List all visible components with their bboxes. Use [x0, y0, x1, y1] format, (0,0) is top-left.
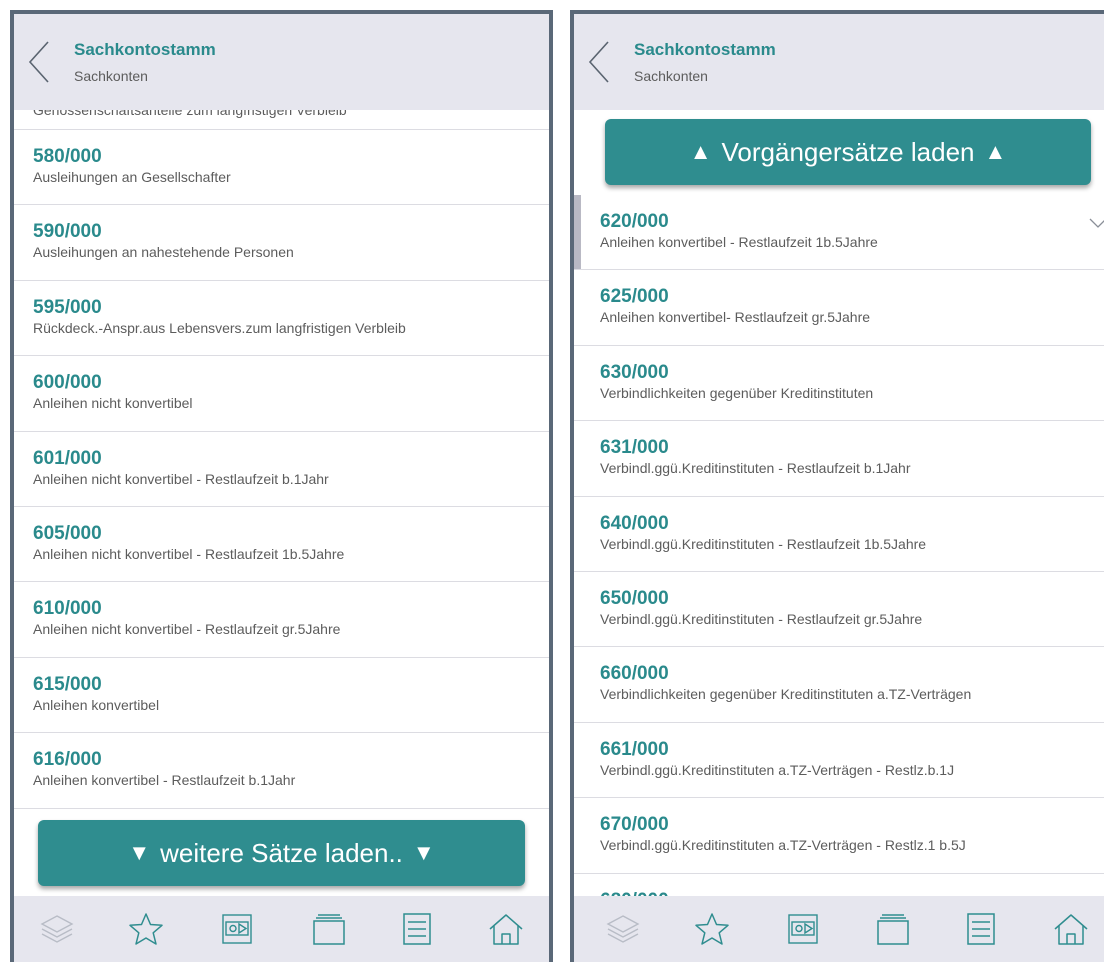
- phone-screen-right: Sachkontostamm Sachkonten ▲ Vorgängersät…: [570, 10, 1104, 962]
- list-item[interactable]: Genossenschaftsanteile zum langfristigen…: [14, 102, 549, 130]
- account-list: 620/000 Anleihen konvertibel - Restlaufz…: [574, 195, 1104, 949]
- back-icon[interactable]: [28, 40, 52, 84]
- list-item[interactable]: 640/000 Verbindl.ggü.Kreditinstituten - …: [574, 496, 1104, 572]
- item-description: Anleihen nicht konvertibel: [33, 395, 193, 412]
- item-code: 620/000: [600, 211, 669, 232]
- layers-icon[interactable]: [38, 910, 76, 948]
- page-subtitle: Sachkonten: [634, 68, 708, 84]
- item-description: Verbindlichkeiten gegenüber Kreditinstit…: [600, 686, 972, 703]
- item-code: 605/000: [33, 522, 102, 544]
- item-description: Verbindlichkeiten gegenüber Kreditinstit…: [600, 384, 874, 401]
- item-code: 660/000: [600, 663, 669, 685]
- document-settings-icon[interactable]: [218, 910, 256, 948]
- triangle-down-icon: ▼: [128, 840, 151, 865]
- list-item[interactable]: 630/000 Verbindlichkeiten gegenüber Kred…: [574, 345, 1104, 422]
- layers-icon[interactable]: [604, 910, 642, 948]
- list-item[interactable]: 660/000 Verbindlichkeiten gegenüber Kred…: [574, 647, 1104, 723]
- item-description: Anleihen nicht konvertibel - Restlaufzei…: [33, 621, 341, 638]
- document-settings-icon[interactable]: [784, 910, 822, 948]
- triangle-down-icon: ▼: [412, 840, 435, 865]
- item-description: Anleihen konvertibel- Restlaufzeit gr.5J…: [600, 309, 871, 326]
- stack-icon[interactable]: [874, 910, 912, 948]
- item-code: 600/000: [33, 372, 102, 394]
- item-description: Verbindl.ggü.Kreditinstituten - Restlauf…: [600, 535, 927, 552]
- list-item[interactable]: 600/000 Anleihen nicht konvertibel: [14, 356, 549, 432]
- item-code: 670/000: [600, 814, 669, 836]
- stack-icon[interactable]: [310, 910, 348, 948]
- page-title: Sachkontostamm: [634, 40, 776, 59]
- home-icon[interactable]: [1052, 910, 1090, 948]
- item-code: 630/000: [600, 361, 669, 383]
- item-code: 601/000: [33, 447, 102, 469]
- load-more-label: weitere Sätze laden..: [160, 837, 403, 868]
- list-item[interactable]: 616/000 Anleihen konvertibel - Restlaufz…: [14, 733, 549, 809]
- item-code: 615/000: [33, 673, 102, 695]
- phone-screen-left: Sachkontostamm Sachkonten Genossenschaft…: [10, 10, 553, 962]
- list-icon[interactable]: [962, 910, 1000, 948]
- item-description: Verbindl.ggü.Kreditinstituten a.TZ-Vertr…: [600, 761, 955, 778]
- item-description: Ausleihungen an Gesellschafter: [33, 169, 231, 185]
- page-title: Sachkontostamm: [74, 40, 216, 59]
- load-previous-button[interactable]: ▲ Vorgängersätze laden ▲: [605, 119, 1091, 185]
- list-item[interactable]: 601/000 Anleihen nicht konvertibel - Res…: [14, 431, 549, 507]
- list-item[interactable]: 625/000 Anleihen konvertibel- Restlaufze…: [574, 270, 1104, 346]
- item-code: 580/000: [33, 146, 102, 167]
- item-code: 661/000: [600, 738, 669, 760]
- item-code: 610/000: [33, 598, 102, 620]
- item-code: 640/000: [600, 512, 669, 534]
- list-item[interactable]: 605/000 Anleihen nicht konvertibel - Res…: [14, 506, 549, 583]
- triangle-up-icon: ▲: [689, 139, 712, 164]
- star-icon[interactable]: [127, 910, 165, 948]
- item-description: Rückdeck.-Anspr.aus Lebensvers.zum langf…: [33, 319, 406, 336]
- page-subtitle: Sachkonten: [74, 68, 148, 84]
- bottom-tab-bar: [574, 896, 1104, 962]
- item-code: 595/000: [33, 296, 102, 318]
- list-item[interactable]: 580/000 Ausleihungen an Gesellschafter: [14, 130, 549, 206]
- chevron-down-icon[interactable]: [1089, 217, 1104, 229]
- item-description: Anleihen nicht konvertibel - Restlaufzei…: [33, 470, 329, 487]
- item-code: 631/000: [600, 437, 669, 459]
- list-item[interactable]: 590/000 Ausleihungen an nahestehende Per…: [14, 205, 549, 281]
- item-description: Verbindl.ggü.Kreditinstituten a.TZ-Vertr…: [600, 837, 966, 854]
- load-more-button[interactable]: ▼ weitere Sätze laden.. ▼: [38, 820, 525, 886]
- item-description: Verbindl.ggü.Kreditinstituten - Restlauf…: [600, 610, 923, 627]
- list-item[interactable]: 631/000 Verbindl.ggü.Kreditinstituten - …: [574, 421, 1104, 497]
- star-icon[interactable]: [693, 910, 731, 948]
- item-code: 590/000: [33, 221, 102, 243]
- account-list: Genossenschaftsanteile zum langfristigen…: [14, 102, 549, 809]
- item-description: Anleihen konvertibel: [33, 696, 160, 713]
- back-icon[interactable]: [588, 40, 612, 84]
- item-code: 625/000: [600, 286, 669, 308]
- item-description: Anleihen konvertibel - Restlaufzeit b.1J…: [33, 772, 296, 789]
- load-previous-label: Vorgängersätze laden: [721, 136, 975, 167]
- list-item[interactable]: 670/000 Verbindl.ggü.Kreditinstituten a.…: [574, 798, 1104, 874]
- item-code: 616/000: [33, 749, 102, 771]
- list-item[interactable]: 615/000 Anleihen konvertibel: [14, 657, 549, 734]
- list-item[interactable]: 661/000 Verbindl.ggü.Kreditinstituten a.…: [574, 722, 1104, 799]
- triangle-up-icon: ▲: [984, 139, 1007, 164]
- home-icon[interactable]: [487, 910, 525, 948]
- item-description: Anleihen nicht konvertibel - Restlaufzei…: [33, 545, 345, 562]
- item-description: Anleihen konvertibel - Restlaufzeit 1b.5…: [600, 234, 878, 250]
- list-icon[interactable]: [398, 910, 436, 948]
- list-item[interactable]: 650/000 Verbindl.ggü.Kreditinstituten - …: [574, 571, 1104, 648]
- item-description: Ausleihungen an nahestehende Personen: [33, 244, 294, 261]
- list-item[interactable]: 610/000 Anleihen nicht konvertibel - Res…: [14, 582, 549, 658]
- bottom-tab-bar: [14, 896, 549, 962]
- list-item[interactable]: 595/000 Rückdeck.-Anspr.aus Lebensvers.z…: [14, 280, 549, 357]
- item-code: 650/000: [600, 587, 669, 609]
- item-description: Verbindl.ggü.Kreditinstituten - Restlauf…: [600, 460, 911, 477]
- app-header: Sachkontostamm Sachkonten: [574, 14, 1104, 110]
- app-header: Sachkontostamm Sachkonten: [14, 14, 549, 110]
- list-item[interactable]: 620/000 Anleihen konvertibel - Restlaufz…: [574, 195, 1104, 271]
